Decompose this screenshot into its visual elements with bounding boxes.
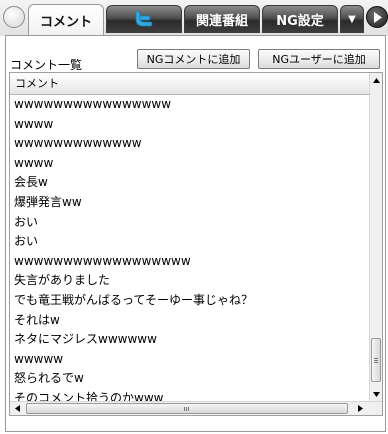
tab-dropdown-button[interactable]: ▼ bbox=[340, 5, 364, 33]
tab-comments-label: コメント bbox=[39, 14, 92, 30]
grip-line bbox=[186, 407, 187, 411]
tab-comments[interactable]: コメント bbox=[28, 4, 104, 35]
list-item[interactable]: wwwwwwwwwwwww bbox=[10, 134, 370, 154]
scroll-right-button[interactable] bbox=[353, 402, 367, 415]
arrow-down-icon bbox=[372, 391, 380, 397]
tab-twitter[interactable] bbox=[106, 5, 182, 33]
arrow-right-icon bbox=[374, 12, 382, 23]
column-header-label: コメント bbox=[15, 77, 59, 90]
scroll-up-button[interactable] bbox=[370, 73, 382, 87]
comment-rows: wwwwwwwwwwwwwwww wwww wwwwwwwwwwwww wwww… bbox=[10, 95, 370, 409]
vertical-scroll-thumb[interactable] bbox=[371, 338, 381, 382]
comment-list[interactable]: コメント wwwwwwwwwwwwwwww wwww wwwwwwwwwwwww… bbox=[9, 72, 383, 416]
tab-ng-settings[interactable]: NG設定 bbox=[262, 5, 338, 33]
horizontal-scrollbar[interactable] bbox=[10, 401, 382, 415]
scroll-left-button[interactable] bbox=[10, 402, 24, 415]
list-item[interactable]: wwww bbox=[10, 154, 370, 174]
list-item[interactable]: 爆弾発言ww bbox=[10, 193, 370, 213]
scroll-tabs-left-button[interactable] bbox=[3, 6, 25, 28]
list-item[interactable]: 失言がありました bbox=[10, 271, 370, 291]
arrow-up-icon bbox=[372, 77, 380, 83]
list-item[interactable]: wwwww bbox=[10, 350, 370, 370]
grip-line bbox=[188, 407, 189, 411]
tab-related-programs[interactable]: 関連番組 bbox=[184, 5, 260, 33]
scroll-tabs-right-button[interactable] bbox=[366, 6, 388, 28]
horizontal-scroll-thumb[interactable] bbox=[26, 403, 348, 414]
ng-user-add-button[interactable]: NGユーザーに追加 bbox=[258, 49, 380, 69]
column-header-comment[interactable]: コメント bbox=[10, 73, 370, 95]
list-item[interactable]: おい bbox=[10, 213, 370, 233]
grip-line bbox=[184, 407, 185, 411]
vertical-scrollbar[interactable] bbox=[369, 73, 382, 401]
panel-title: コメント一覧 bbox=[10, 58, 83, 72]
grip-line bbox=[374, 358, 378, 359]
list-item[interactable]: でも竜王戦がんばるってそーゆー事じゃね？ bbox=[10, 291, 370, 311]
list-item[interactable]: それはw bbox=[10, 311, 370, 331]
list-item[interactable]: おい bbox=[10, 232, 370, 252]
arrow-right-icon bbox=[357, 405, 363, 412]
ng-comment-add-button[interactable]: NGコメントに追加 bbox=[137, 49, 250, 69]
twitter-bird-icon bbox=[133, 8, 155, 32]
list-item[interactable]: wwww bbox=[10, 115, 370, 135]
tab-ng-settings-label: NG設定 bbox=[276, 14, 324, 29]
list-item[interactable]: wwwwwwwwwwwwwwwwww bbox=[10, 252, 370, 272]
grip-line bbox=[374, 360, 378, 361]
scroll-down-button[interactable] bbox=[370, 387, 382, 401]
tab-bar: コメント 関連番組 NG設定 ▼ bbox=[0, 0, 388, 36]
chevron-down-icon: ▼ bbox=[348, 14, 356, 25]
tab-related-programs-label: 関連番組 bbox=[195, 14, 248, 29]
arrow-left-icon bbox=[14, 405, 20, 412]
list-item[interactable]: ネタにマジレスwwwwww bbox=[10, 330, 370, 350]
list-item[interactable]: 会長w bbox=[10, 173, 370, 193]
list-item[interactable]: 怒られるでw bbox=[10, 369, 370, 389]
grip-line bbox=[374, 362, 378, 363]
list-item[interactable]: wwwwwwwwwwwwwwww bbox=[10, 95, 370, 115]
